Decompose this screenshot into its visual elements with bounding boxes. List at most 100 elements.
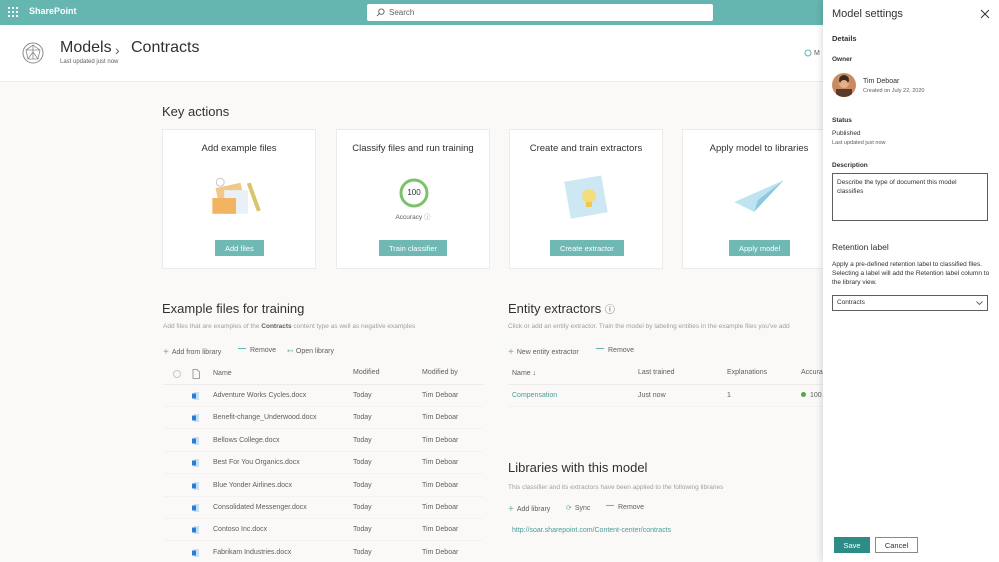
file-name[interactable]: Blue Yonder Airlines.docx <box>213 482 292 489</box>
search-box[interactable] <box>367 4 713 21</box>
cmd-label: Add library <box>516 506 551 513</box>
save-button[interactable]: Save <box>834 537 870 553</box>
details-label: Details <box>832 34 857 43</box>
apply-model-button[interactable]: Apply model <box>729 240 791 256</box>
word-doc-icon <box>192 459 199 468</box>
open-library-button[interactable]: ↤ Open library <box>287 347 334 355</box>
app-name[interactable]: SharePoint <box>29 6 77 16</box>
remove-files-button[interactable]: Remove <box>238 347 276 354</box>
file-name[interactable]: Fabrikam Industries.docx <box>213 549 291 556</box>
chevron-right-icon: › <box>115 42 120 58</box>
word-doc-icon <box>192 414 199 423</box>
owner-created: Created on July 22, 2020 <box>863 88 925 94</box>
file-name[interactable]: Best For You Organics.docx <box>213 459 300 466</box>
sync-button[interactable]: ⟳ Sync <box>566 504 590 512</box>
desc-prefix: Add files that are examples of the <box>163 323 262 330</box>
column-extractor-name[interactable]: Name ↓ <box>512 370 536 377</box>
column-explanations[interactable]: Explanations <box>727 369 767 376</box>
breadcrumb-models[interactable]: Models <box>60 39 112 57</box>
open-icon: ↤ <box>287 348 293 355</box>
app-launcher-icon[interactable] <box>8 7 18 17</box>
add-from-library-button[interactable]: + Add from library <box>163 347 221 358</box>
table-row[interactable]: Consolidated Messenger.docx Today Tim Debo… <box>163 497 483 519</box>
close-icon[interactable] <box>980 9 990 19</box>
file-name[interactable]: Bellows College.docx <box>213 437 280 444</box>
train-classifier-button[interactable]: Train classifier <box>379 240 448 256</box>
column-accuracy[interactable]: Accura <box>801 369 823 376</box>
info-icon[interactable]: ⓘ <box>424 214 431 221</box>
table-row[interactable]: Best For You Organics.docx Today Tim Deboa… <box>163 452 483 475</box>
card-classify-files: Classify files and run training 100 Accu… <box>336 129 490 269</box>
table-row[interactable]: Benefit-change_Underwood.docx Today Tim De… <box>163 407 483 430</box>
word-doc-icon <box>192 392 199 400</box>
table-row[interactable]: Compensation Just now 1 100 <box>508 385 823 407</box>
desc-suffix: content type as well as negative example… <box>291 323 416 330</box>
table-row[interactable]: Blue Yonder Airlines.docx Today Tim Deboar <box>163 475 483 497</box>
file-modified: Today <box>353 392 372 399</box>
file-name[interactable]: Contoso Inc.docx <box>213 526 267 533</box>
remove-library-button[interactable]: Remove <box>606 504 644 511</box>
column-name[interactable]: Name <box>213 370 232 377</box>
accuracy-number: 100 <box>810 392 822 399</box>
select-all-checkbox[interactable] <box>173 370 181 378</box>
extractor-name-link[interactable]: Compensation <box>512 392 557 399</box>
cmd-label: Remove <box>618 504 645 511</box>
example-files-title: Example files for training <box>162 301 305 316</box>
header-action[interactable]: M <box>804 49 820 57</box>
remove-extractor-button[interactable]: Remove <box>596 347 634 354</box>
add-icon: + <box>508 347 514 358</box>
table-row[interactable]: Fabrikam Industries.docx Today Tim Deboar <box>163 542 483 562</box>
description-field[interactable]: Describe the type of document this model… <box>832 173 988 221</box>
create-extractor-button[interactable]: Create extractor <box>550 240 624 256</box>
last-updated: Last updated just now <box>60 59 119 65</box>
word-doc-icon <box>192 481 199 490</box>
table-row[interactable]: Bellows College.docx Today Tim Deboar <box>163 430 483 452</box>
table-row[interactable]: Contoso Inc.docx Today Tim Deboar <box>163 519 483 542</box>
search-input[interactable] <box>389 4 699 21</box>
info-icon[interactable]: ⓘ <box>605 305 615 316</box>
file-name[interactable]: Consolidated Messenger.docx <box>213 504 307 511</box>
retention-label-title: Retention label <box>832 242 889 252</box>
new-entity-extractor-button[interactable]: + New entity extractor <box>508 347 579 358</box>
remove-icon <box>606 505 614 506</box>
explanations-value: 1 <box>727 392 731 399</box>
column-modified[interactable]: Modified <box>353 369 379 376</box>
word-doc-icon <box>192 548 199 557</box>
status-dot-icon <box>801 392 806 397</box>
word-doc-icon <box>192 526 199 535</box>
table-row[interactable]: Adventure Works Cycles.docx Today Tim Debo… <box>163 385 483 407</box>
cmd-label: Remove <box>250 347 277 354</box>
retention-label-select[interactable]: Contracts <box>832 295 988 311</box>
file-modified-by: Tim Deboar <box>422 526 459 534</box>
add-library-button[interactable]: + Add library <box>508 504 550 515</box>
file-type-icon <box>192 369 200 379</box>
file-name[interactable]: Adventure Works Cycles.docx <box>213 392 306 399</box>
chevron-down-icon <box>976 301 983 306</box>
owner-name: Tim Deboar <box>863 78 900 85</box>
paper-plane-icon <box>734 180 784 212</box>
status-updated: Last updated just now <box>832 140 886 146</box>
file-modified: Today <box>353 548 372 556</box>
file-name[interactable]: Benefit-change_Underwood.docx <box>213 414 317 421</box>
file-modified-by: Tim Deboar <box>422 481 459 489</box>
key-actions-title: Key actions <box>162 104 230 119</box>
files-illustration-icon <box>212 177 261 214</box>
page-title: Contracts <box>131 39 200 56</box>
file-modified: Today <box>353 504 372 511</box>
accuracy-label-text: Accuracy <box>395 214 423 221</box>
library-link[interactable]: http://soar.sharepoint.com/Content-cente… <box>512 527 671 534</box>
file-modified: Today <box>353 414 372 422</box>
column-modified-by[interactable]: Modified by <box>422 369 458 376</box>
file-modified: Today <box>353 481 372 489</box>
example-files-desc: Add files that are examples of the Contr… <box>163 323 415 330</box>
add-files-button[interactable]: Add files <box>215 240 264 256</box>
card-apply-model: Apply model to libraries Apply model <box>682 129 836 269</box>
accuracy-value: 100 <box>801 392 822 399</box>
status-label: Status <box>832 117 852 124</box>
cmd-label: Remove <box>608 347 635 354</box>
cancel-button[interactable]: Cancel <box>875 537 918 553</box>
column-last-trained[interactable]: Last trained <box>638 369 675 376</box>
word-doc-icon <box>192 504 199 512</box>
status-value: Published <box>832 130 861 137</box>
add-icon: + <box>163 347 169 358</box>
